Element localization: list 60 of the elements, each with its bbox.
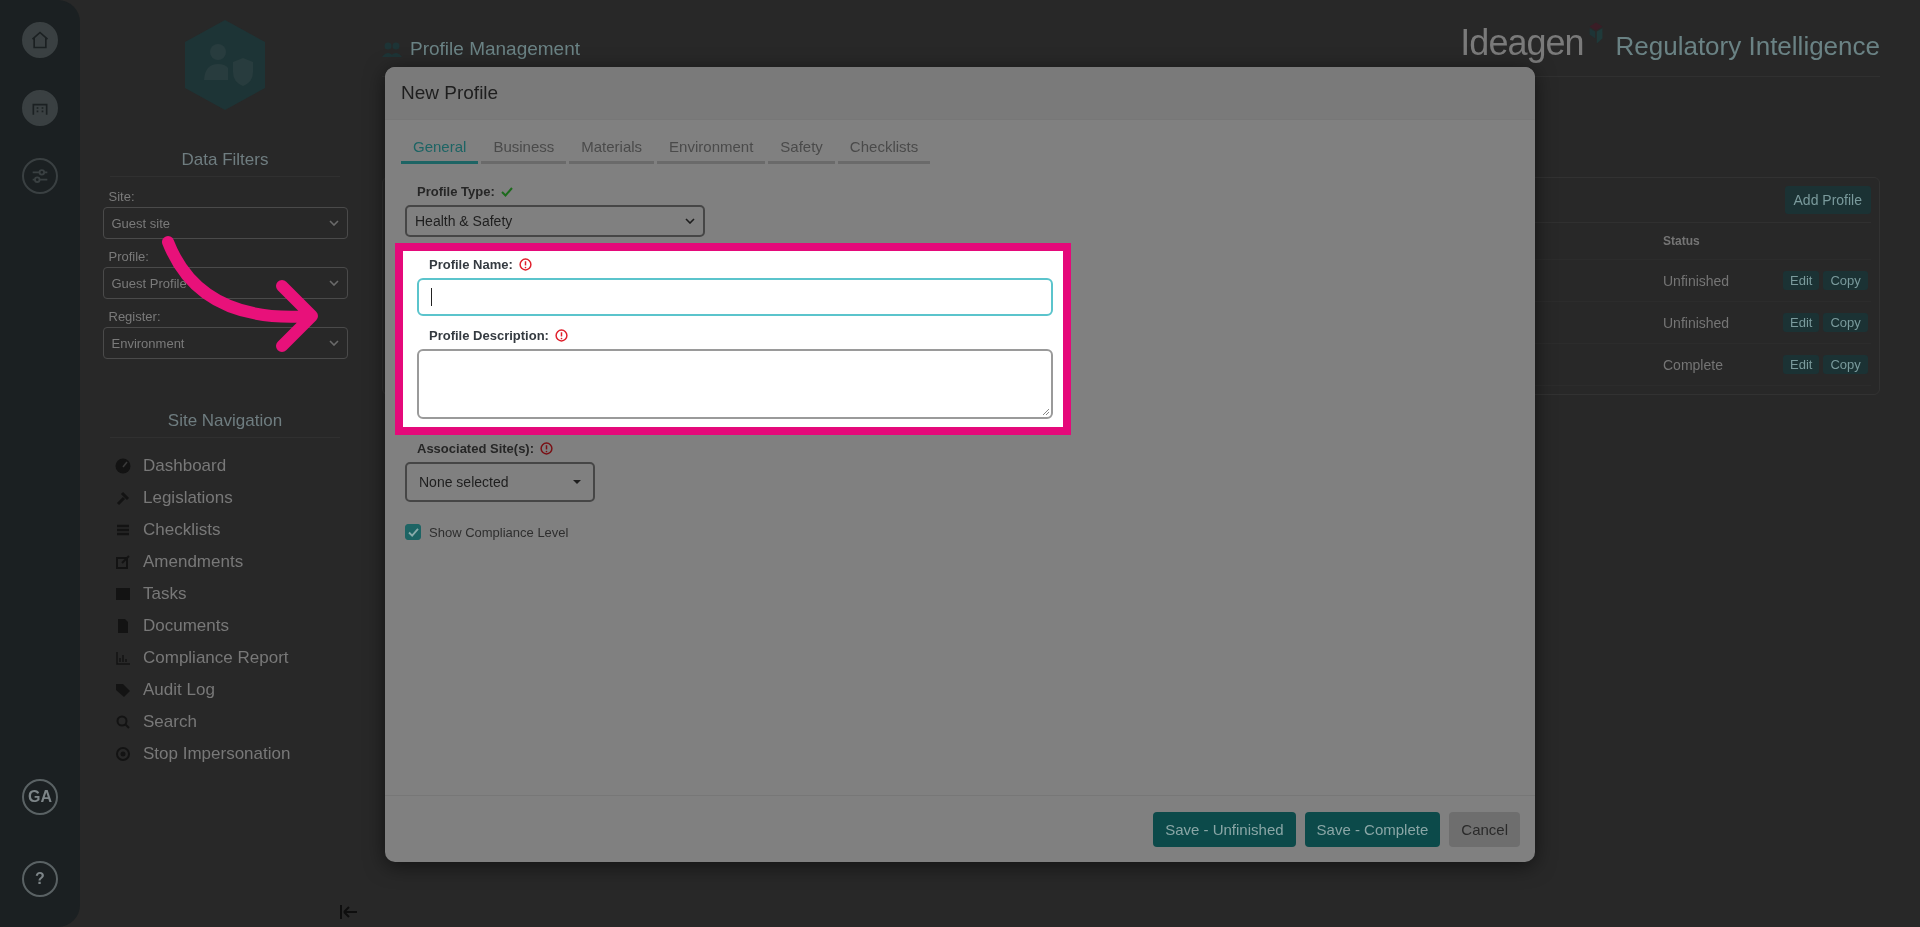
field-label: Profile Name: [429, 257, 513, 272]
nav-item[interactable]: Documents [105, 614, 345, 637]
filter-select[interactable]: Guest Profile [102, 267, 348, 299]
resize-grip-icon[interactable] [1041, 407, 1049, 415]
section-title: Data Filters [110, 150, 340, 177]
input-field[interactable] [417, 278, 1053, 316]
column-header: Status [1663, 234, 1701, 248]
filter-label: Profile: [107, 249, 150, 264]
status-cell-text: Complete [1663, 356, 1724, 373]
add-profile-button[interactable]: Add Profile [1784, 186, 1871, 214]
checkbox[interactable] [405, 524, 421, 540]
nav-item[interactable]: Compliance Report [105, 646, 345, 669]
nav-item[interactable]: Legislations [105, 486, 345, 509]
row-action-button[interactable]: Copy [1823, 313, 1868, 332]
row-action-button[interactable]: Edit [1783, 313, 1820, 332]
collapse-icon[interactable] [340, 905, 358, 919]
nav-item[interactable]: Checklists [105, 518, 345, 541]
gauge-icon [115, 457, 131, 474]
nav-item[interactable]: Amendments [105, 550, 345, 573]
field-label: Associated Site(s): [417, 441, 535, 456]
product-name: Regulatory Intelligence [1615, 31, 1880, 62]
status-cell-text: Unfinished [1663, 314, 1731, 331]
chevron-down-icon [328, 280, 339, 286]
sliders-icon[interactable] [22, 158, 58, 194]
filter-label: Register: [107, 309, 162, 324]
textarea-field[interactable] [417, 349, 1053, 419]
brand-name: Ideagen [1460, 22, 1584, 64]
filter-label: Site: [107, 189, 136, 204]
row-action-button[interactable]: Edit [1783, 355, 1820, 374]
page-title: Profile Management [410, 38, 581, 60]
user-avatar[interactable]: GA [22, 779, 58, 815]
chevron-down-icon [328, 340, 339, 346]
cube-logo-icon [1587, 22, 1604, 44]
row-action-button[interactable]: Copy [1823, 355, 1868, 374]
nav-item[interactable]: Tasks [105, 582, 345, 605]
row-action-button[interactable]: Copy [1823, 271, 1868, 290]
home-icon[interactable] [22, 22, 58, 58]
building-icon[interactable] [22, 90, 58, 126]
filter-select[interactable]: Environment [102, 327, 348, 359]
tab[interactable]: General [401, 130, 479, 164]
chevron-down-icon [685, 218, 695, 224]
nav-item[interactable]: Stop Impersonation [105, 742, 345, 765]
help-button[interactable]: ? [22, 861, 58, 897]
dialog-button[interactable]: Save - Complete [1304, 811, 1441, 847]
dialog-button[interactable]: Save - Unfinished [1153, 811, 1296, 847]
row-action-button[interactable]: Edit [1783, 271, 1820, 290]
nav-item[interactable]: Dashboard [105, 454, 345, 477]
filter-select[interactable]: Guest site [102, 207, 348, 239]
checkbox-label: Show Compliance Level [429, 524, 569, 540]
chevron-down-icon [328, 220, 339, 226]
nav-item[interactable]: Audit Log [105, 678, 345, 701]
dialog-button[interactable]: Cancel [1449, 811, 1520, 847]
profile-type-select[interactable]: Health & Safety [405, 205, 705, 237]
section-title: Site Navigation [110, 411, 340, 438]
nav-item[interactable]: Search [105, 710, 345, 733]
sites-dropdown[interactable]: None selected [405, 462, 595, 502]
field-label: Profile Type: [417, 184, 495, 199]
status-cell-text: Unfinished [1663, 272, 1731, 289]
dialog-title: New Profile [401, 82, 499, 104]
field-label: Profile Description: [429, 328, 549, 343]
